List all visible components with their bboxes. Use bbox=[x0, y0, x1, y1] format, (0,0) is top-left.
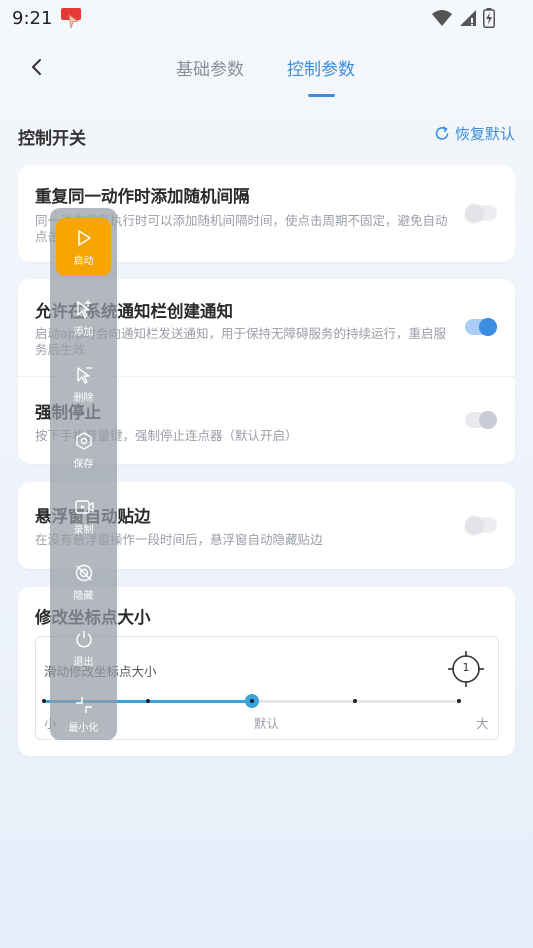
save-label: 保存 bbox=[73, 458, 94, 470]
floating-control-panel: 启动 添加 删除 保存 录制 隐藏 退出 最小化 bbox=[50, 208, 117, 740]
section-title: 控制开关 bbox=[18, 129, 86, 149]
random-interval-toggle[interactable] bbox=[465, 204, 497, 222]
tab-control-params[interactable]: 控制参数 bbox=[287, 55, 355, 80]
play-icon bbox=[77, 229, 91, 246]
slider-thumb[interactable] bbox=[244, 694, 259, 708]
screen: 9:21 基础参数 控制参数 控制开关 恢复默认 重复同一动作时添加随机间隔 同… bbox=[0, 0, 533, 948]
slider-tick bbox=[145, 699, 150, 703]
tab-indicator bbox=[308, 94, 335, 97]
notification-icon bbox=[60, 6, 82, 29]
add-button[interactable]: 添加 bbox=[50, 288, 117, 348]
status-icons bbox=[431, 8, 495, 28]
minimize-label: 最小化 bbox=[68, 722, 99, 734]
scale-label-default: 默认 bbox=[254, 716, 280, 731]
restore-default-label: 恢复默认 bbox=[454, 125, 515, 143]
wifi-icon bbox=[432, 10, 452, 26]
setting-title: 重复同一动作时添加随机间隔 bbox=[35, 187, 250, 206]
save-icon bbox=[75, 431, 92, 450]
minimize-button[interactable]: 最小化 bbox=[50, 684, 117, 744]
signal-icon bbox=[460, 10, 476, 26]
exit-icon bbox=[75, 630, 92, 647]
crosshair-preview-icon: 1 bbox=[448, 651, 484, 687]
restore-default-button[interactable]: 恢复默认 bbox=[434, 123, 515, 144]
slider-tick bbox=[353, 699, 358, 703]
add-pointer-icon bbox=[76, 299, 91, 318]
record-label: 录制 bbox=[73, 524, 94, 536]
auto-dock-toggle[interactable] bbox=[465, 516, 497, 534]
force-stop-toggle[interactable] bbox=[465, 411, 497, 429]
scale-label-max: 大 bbox=[476, 716, 489, 731]
hide-button[interactable]: 隐藏 bbox=[50, 552, 117, 612]
delete-button[interactable]: 删除 bbox=[50, 354, 117, 414]
start-button[interactable]: 启动 bbox=[56, 218, 111, 276]
back-button[interactable] bbox=[22, 52, 52, 82]
notification-toggle[interactable] bbox=[465, 318, 497, 336]
hide-label: 隐藏 bbox=[73, 590, 94, 602]
hide-icon bbox=[75, 564, 92, 581]
crosshair-number: 1 bbox=[462, 661, 470, 674]
save-button[interactable]: 保存 bbox=[50, 420, 117, 480]
exit-label: 退出 bbox=[73, 656, 94, 668]
status-time: 9:21 bbox=[12, 8, 53, 29]
delete-pointer-icon bbox=[76, 366, 92, 384]
slider-tick bbox=[42, 699, 46, 703]
delete-label: 删除 bbox=[73, 392, 94, 404]
record-button[interactable]: 录制 bbox=[50, 486, 117, 546]
battery-icon bbox=[483, 8, 495, 28]
exit-button[interactable]: 退出 bbox=[50, 618, 117, 678]
tab-basic-params[interactable]: 基础参数 bbox=[176, 55, 244, 80]
start-label: 启动 bbox=[73, 255, 94, 267]
chevron-left-icon bbox=[32, 59, 41, 75]
record-icon bbox=[74, 499, 94, 514]
refresh-icon bbox=[435, 126, 449, 140]
slider-tick bbox=[457, 699, 461, 703]
add-label: 添加 bbox=[73, 326, 94, 338]
minimize-icon bbox=[75, 696, 92, 713]
